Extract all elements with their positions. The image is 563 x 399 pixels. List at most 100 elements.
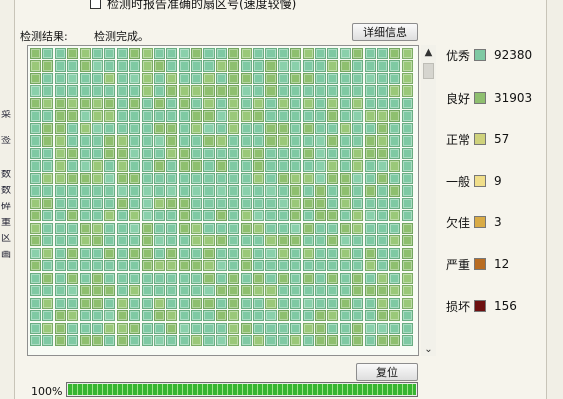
sector-block	[30, 272, 42, 284]
legend-row-severe: 严重 12	[446, 255, 550, 273]
legend-row-good: 良好 31903	[446, 89, 550, 107]
scroll-thumb[interactable]	[423, 63, 434, 79]
sector-block	[104, 147, 116, 160]
legend-swatch	[474, 175, 486, 187]
sector-block	[376, 247, 389, 259]
sector-block	[401, 160, 413, 172]
sector-block	[265, 85, 277, 97]
sector-block	[54, 72, 66, 85]
sector-block	[327, 235, 339, 247]
sector-block	[290, 97, 302, 110]
sector-block	[389, 97, 401, 110]
sector-block	[203, 260, 215, 272]
sector-block	[265, 322, 277, 334]
sector-block	[364, 335, 376, 347]
sector-block	[79, 322, 91, 334]
sector-block	[314, 322, 327, 334]
sector-block	[290, 310, 302, 322]
sector-block	[277, 160, 289, 172]
sector-block	[191, 272, 203, 284]
sector-block	[116, 210, 128, 222]
sector-block	[265, 185, 277, 197]
sector-block	[116, 85, 128, 97]
sector-block	[129, 135, 141, 147]
sector-block	[30, 160, 42, 172]
sector-block	[253, 185, 265, 197]
sector-block	[79, 197, 91, 209]
sector-block	[166, 97, 178, 110]
sector-block	[327, 322, 339, 334]
sector-block	[79, 85, 91, 97]
sector-block	[314, 285, 327, 297]
sector-block	[389, 85, 401, 97]
sector-map-scrollbar[interactable]: ▲ ⌄	[421, 45, 436, 356]
accurate-sector-checkbox[interactable]	[90, 0, 101, 9]
sector-block	[215, 247, 227, 259]
sector-block	[376, 210, 389, 222]
sector-block	[314, 235, 327, 247]
sector-block	[153, 260, 165, 272]
sector-block	[240, 60, 252, 72]
sector-block	[376, 222, 389, 234]
sector-block	[302, 285, 314, 297]
sector-block	[54, 172, 66, 185]
sector-block	[401, 285, 413, 297]
sector-block	[104, 172, 116, 185]
sector-block	[215, 260, 227, 272]
sector-block	[67, 147, 79, 160]
sector-block	[253, 48, 265, 60]
sector-block	[54, 147, 66, 160]
sector-block	[302, 210, 314, 222]
left-edge-fragment: 菜	[1, 110, 11, 120]
sector-block	[67, 72, 79, 85]
sector-block	[314, 85, 327, 97]
sector-block	[327, 160, 339, 172]
sector-block	[215, 72, 227, 85]
sector-block	[79, 110, 91, 122]
sector-block	[339, 260, 351, 272]
sector-block	[79, 72, 91, 85]
sector-block	[116, 272, 128, 284]
sector-block	[376, 135, 389, 147]
sector-block	[166, 122, 178, 135]
sector-block	[30, 110, 42, 122]
sector-block	[376, 322, 389, 334]
sector-block	[42, 235, 54, 247]
sector-block	[240, 210, 252, 222]
sector-block	[215, 160, 227, 172]
details-button[interactable]: 详细信息	[352, 23, 418, 41]
chevron-down-icon[interactable]: ⌄	[421, 342, 436, 356]
sector-block	[191, 197, 203, 209]
sector-block	[364, 210, 376, 222]
sector-block	[352, 97, 364, 110]
sector-block	[178, 97, 190, 110]
sector-block	[129, 272, 141, 284]
sector-block	[166, 235, 178, 247]
sector-block	[277, 60, 289, 72]
legend-count: 12	[494, 257, 510, 271]
sector-block	[277, 247, 289, 259]
sector-block	[42, 222, 54, 234]
sector-block	[191, 72, 203, 85]
accurate-sector-option[interactable]: 检测时报告准确的扇区号(速度较慢)	[90, 0, 296, 12]
sector-block	[42, 97, 54, 110]
sector-block	[240, 110, 252, 122]
sector-block	[253, 322, 265, 334]
left-edge-fragment: 区	[1, 234, 11, 244]
sector-block	[191, 285, 203, 297]
sector-block	[54, 235, 66, 247]
sector-block	[302, 147, 314, 160]
sector-block	[91, 272, 104, 284]
chevron-up-icon[interactable]: ▲	[421, 45, 436, 59]
sector-block	[352, 122, 364, 135]
sector-block	[240, 322, 252, 334]
reset-button[interactable]: 复位	[356, 363, 418, 381]
sector-block	[42, 60, 54, 72]
sector-block	[228, 322, 240, 334]
sector-block	[327, 335, 339, 347]
sector-block	[91, 97, 104, 110]
sector-block	[54, 97, 66, 110]
legend-swatch	[474, 258, 486, 270]
sector-block	[104, 60, 116, 72]
sector-block	[91, 285, 104, 297]
